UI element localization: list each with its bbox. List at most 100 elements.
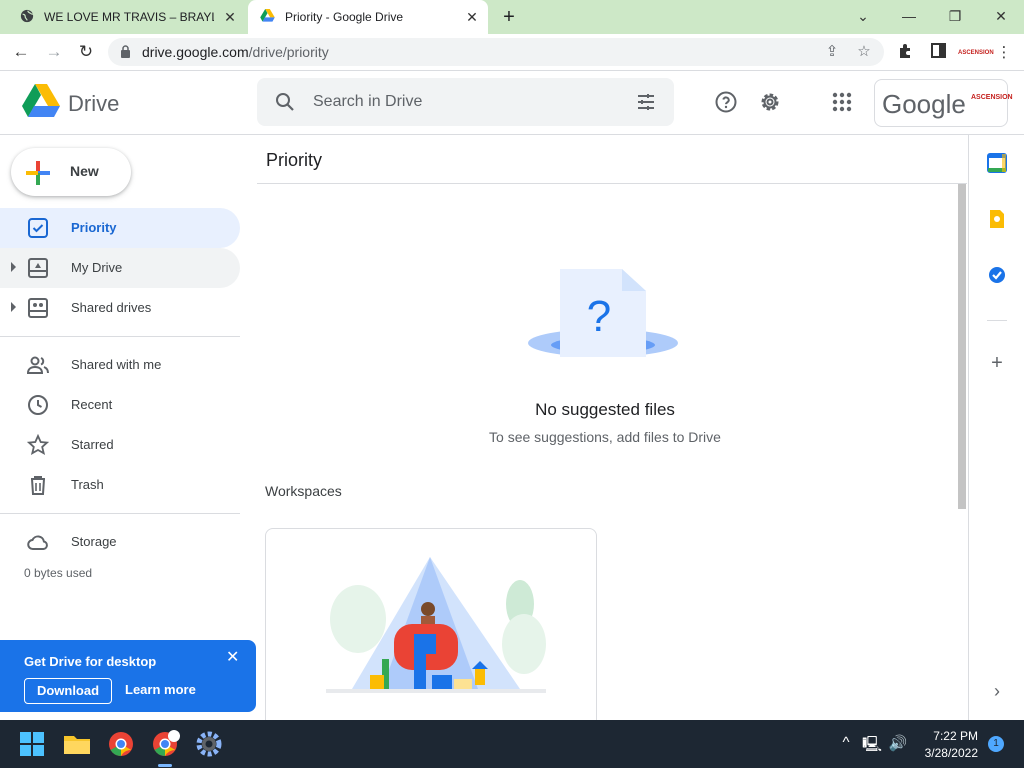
sidebar-item-label: Starred bbox=[71, 437, 114, 452]
reload-button[interactable]: ↻ bbox=[74, 40, 98, 64]
plus-icon bbox=[26, 161, 50, 185]
drive-header: Drive Search in Drive Google ASCENSION bbox=[0, 72, 1024, 135]
empty-state-illustration: ? bbox=[528, 269, 678, 357]
browser-tab-strip: WE LOVE MR TRAVIS – BRAYLIN.C ✕ Priority… bbox=[0, 0, 1024, 34]
expand-panel-icon[interactable]: › bbox=[987, 681, 1007, 701]
clock-time[interactable]: 7:22 PM bbox=[922, 729, 978, 743]
browser-menu-icon[interactable]: ⋮ bbox=[994, 43, 1014, 63]
sidebar-item-label: Trash bbox=[71, 477, 104, 492]
file-explorer-icon[interactable] bbox=[61, 728, 93, 760]
notification-badge[interactable]: 1 bbox=[988, 736, 1004, 752]
priority-check-icon bbox=[28, 218, 48, 238]
sidebar-item-starred[interactable]: Starred bbox=[0, 425, 240, 465]
tab-search-icon[interactable]: ⌄ bbox=[840, 4, 886, 28]
keep-icon[interactable] bbox=[987, 209, 1007, 229]
browser-toolbar: ← → ↻ drive.google.com/drive/priority ⇪ … bbox=[0, 34, 1024, 71]
page-title: Priority bbox=[266, 150, 323, 170]
restore-button[interactable]: ❐ bbox=[932, 4, 978, 28]
shared-drives-icon bbox=[28, 298, 48, 318]
sidebar-item-label: Storage bbox=[71, 534, 117, 549]
chrome-profile-icon[interactable] bbox=[149, 728, 181, 760]
new-tab-button[interactable]: + bbox=[498, 6, 520, 28]
share-icon[interactable]: ⇪ bbox=[822, 42, 842, 62]
sidebar-item-trash[interactable]: Trash bbox=[0, 465, 240, 505]
apps-grid-icon[interactable] bbox=[830, 90, 854, 114]
empty-state-title: No suggested files bbox=[535, 400, 675, 419]
people-icon bbox=[27, 356, 49, 374]
desktop-promo-banner: Get Drive for desktop ✕ Download Learn m… bbox=[0, 640, 256, 712]
address-bar[interactable]: drive.google.com/drive/priority ⇪ ☆ bbox=[108, 38, 884, 66]
search-input[interactable]: Search in Drive bbox=[257, 78, 674, 126]
close-icon[interactable]: ✕ bbox=[226, 647, 239, 667]
drive-icon bbox=[260, 9, 275, 25]
close-tab-icon[interactable]: ✕ bbox=[222, 9, 238, 25]
profile-avatar[interactable]: ASCENSION bbox=[958, 43, 994, 63]
account-avatar: ASCENSION bbox=[971, 94, 1013, 101]
sidebar-item-label: Shared with me bbox=[71, 357, 162, 372]
close-window-button[interactable]: ✕ bbox=[978, 4, 1024, 28]
windows-taskbar: ^ 🖳 🔊 7:22 PM 3/28/2022 1 bbox=[0, 720, 1024, 768]
forward-button[interactable]: → bbox=[42, 40, 66, 64]
sidebar-item-label: My Drive bbox=[71, 260, 123, 275]
show-hidden-icons-icon[interactable]: ^ bbox=[836, 734, 856, 751]
account-switcher[interactable]: Google ASCENSION bbox=[874, 79, 1013, 127]
search-icon[interactable] bbox=[275, 92, 295, 112]
tab-title: Priority - Google Drive bbox=[285, 10, 404, 24]
sidebar-item-label: Shared drives bbox=[71, 300, 152, 315]
globe-icon bbox=[20, 9, 34, 26]
main-content: Priority ? No suggested files To see sug… bbox=[257, 135, 967, 720]
network-icon[interactable]: 🖳 bbox=[862, 734, 882, 759]
google-wordmark: Google bbox=[882, 89, 966, 119]
sidebar-item-label: Recent bbox=[71, 397, 113, 412]
start-menu-icon[interactable] bbox=[16, 728, 48, 760]
calendar-icon[interactable] bbox=[987, 153, 1007, 173]
tasks-icon[interactable] bbox=[987, 265, 1007, 285]
chrome-icon[interactable] bbox=[105, 728, 137, 760]
sidebar-item-my-drive[interactable]: My Drive bbox=[0, 248, 240, 288]
clock-date[interactable]: 3/28/2022 bbox=[910, 746, 978, 760]
left-sidebar: New Priority My Drive Shared drives Shar… bbox=[0, 135, 256, 720]
lock-icon[interactable] bbox=[120, 45, 131, 63]
sidebar-item-shared-drives[interactable]: Shared drives bbox=[0, 288, 240, 328]
close-tab-icon[interactable]: ✕ bbox=[464, 9, 480, 25]
sidebar-item-label: Priority bbox=[71, 220, 117, 235]
minimize-button[interactable]: — bbox=[886, 4, 932, 28]
learn-more-link[interactable]: Learn more bbox=[125, 682, 196, 697]
drive-logo-icon[interactable] bbox=[22, 84, 60, 118]
trash-icon bbox=[31, 476, 45, 495]
browser-tab-active[interactable]: Priority - Google Drive ✕ bbox=[248, 0, 488, 34]
new-button[interactable]: New bbox=[11, 148, 131, 196]
cloud-icon bbox=[27, 535, 48, 550]
clock-icon bbox=[28, 395, 48, 415]
sidebar-item-shared-with-me[interactable]: Shared with me bbox=[0, 345, 240, 385]
right-side-panel: + › bbox=[968, 135, 1024, 720]
help-icon[interactable] bbox=[714, 90, 738, 114]
active-app-indicator bbox=[158, 764, 172, 767]
scrollbar[interactable] bbox=[958, 184, 966, 509]
bookmark-star-icon[interactable]: ☆ bbox=[854, 42, 874, 62]
sidebar-item-recent[interactable]: Recent bbox=[0, 385, 240, 425]
back-button[interactable]: ← bbox=[9, 40, 33, 64]
download-button[interactable]: Download bbox=[24, 678, 112, 704]
expand-caret-icon[interactable] bbox=[11, 302, 16, 312]
volume-icon[interactable]: 🔊 bbox=[888, 734, 908, 752]
side-panel-icon[interactable] bbox=[928, 43, 948, 63]
extensions-icon[interactable] bbox=[896, 43, 916, 63]
sidebar-divider bbox=[0, 336, 240, 337]
workspaces-heading: Workspaces bbox=[265, 483, 342, 499]
search-options-icon[interactable] bbox=[636, 92, 656, 112]
expand-caret-icon[interactable] bbox=[11, 262, 16, 272]
settings-gear-icon[interactable] bbox=[758, 90, 782, 114]
browser-tab-inactive[interactable]: WE LOVE MR TRAVIS – BRAYLIN.C ✕ bbox=[8, 0, 246, 34]
storage-used-text: 0 bytes used bbox=[24, 566, 93, 580]
settings-app-icon[interactable] bbox=[193, 728, 225, 760]
app-name[interactable]: Drive bbox=[68, 91, 119, 117]
promo-title: Get Drive for desktop bbox=[24, 654, 157, 669]
workspace-illustration bbox=[326, 557, 546, 693]
sidebar-item-priority[interactable]: Priority bbox=[0, 208, 240, 248]
sidebar-item-storage[interactable]: Storage bbox=[0, 522, 240, 562]
my-drive-icon bbox=[28, 258, 48, 278]
workspace-card[interactable] bbox=[265, 528, 597, 720]
header-divider bbox=[257, 183, 967, 184]
add-icon[interactable]: + bbox=[987, 353, 1007, 373]
